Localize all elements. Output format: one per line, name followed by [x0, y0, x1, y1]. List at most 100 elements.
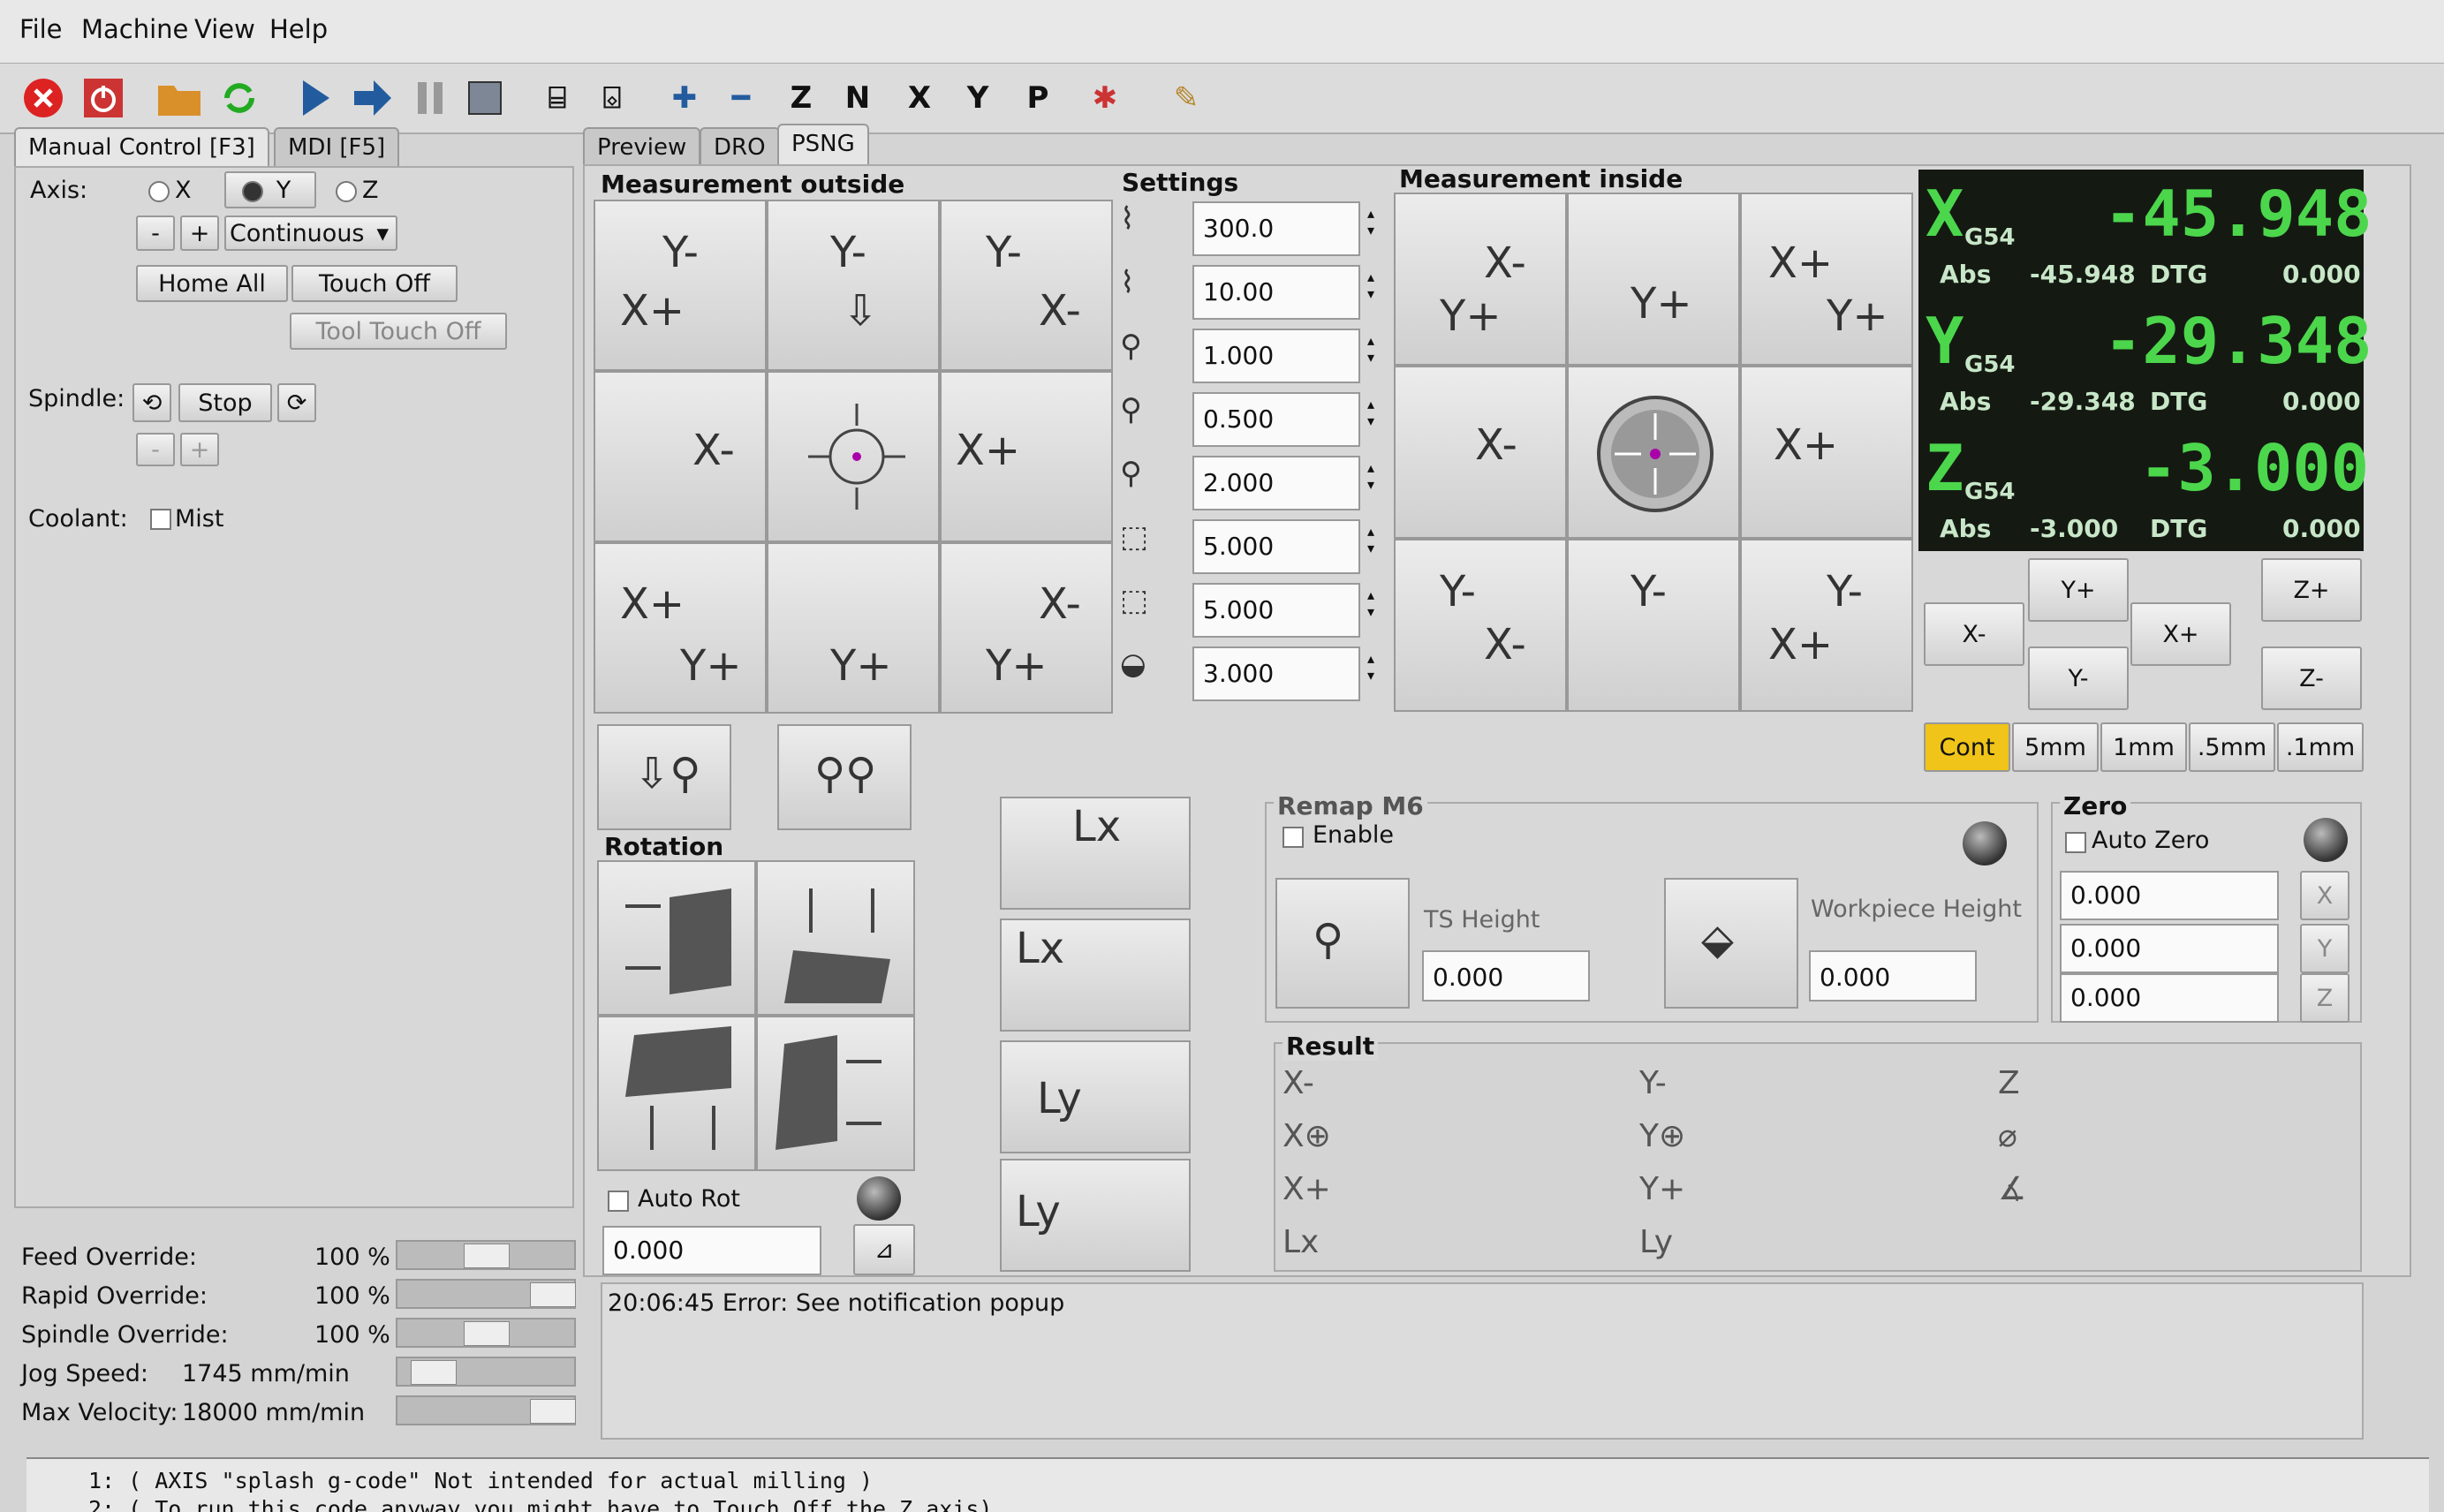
run-icon[interactable] — [288, 71, 343, 125]
setting-fast-feed-input[interactable]: 300.0 — [1192, 201, 1360, 256]
tool-touch-off-button[interactable]: Tool Touch Off — [290, 313, 507, 350]
remap-enable-checkbox[interactable] — [1283, 827, 1304, 848]
zero-z-icon[interactable]: Z — [2300, 973, 2349, 1023]
mist-checkbox[interactable] — [150, 509, 171, 530]
zero-y-input[interactable]: 0.000 — [2060, 924, 2279, 973]
setting-probe-diameter-input[interactable]: 1.000 — [1192, 329, 1360, 383]
spindle-stop-button[interactable]: Stop — [178, 383, 272, 422]
axis-x-radio[interactable] — [148, 181, 170, 202]
jog-speed-slider[interactable] — [396, 1357, 576, 1387]
jog-x-plus-button[interactable]: X+ — [2130, 602, 2231, 666]
touch-off-button[interactable]: Touch Off — [291, 265, 458, 302]
rotation-left-edge-button[interactable] — [597, 860, 756, 1016]
feed-override-slider[interactable] — [396, 1240, 576, 1270]
outside-corner-bottom-right-button[interactable]: X- Y+ — [940, 542, 1113, 714]
measure-ly-outside-button[interactable]: Ly — [1000, 1040, 1191, 1153]
increment-cont-button[interactable]: Cont — [1924, 722, 2010, 772]
rotation-top-edge-button[interactable] — [756, 860, 915, 1016]
power-icon[interactable] — [76, 71, 131, 125]
zero-x-icon[interactable]: X — [2300, 871, 2349, 920]
rotation-right-edge-button[interactable] — [756, 1016, 915, 1171]
spindle-faster-button[interactable]: + — [180, 433, 219, 466]
jog-y-plus-button[interactable]: Y+ — [2028, 558, 2129, 622]
stop-icon[interactable] — [458, 71, 512, 125]
reload-icon[interactable] — [212, 71, 267, 125]
increment-1mm-button[interactable]: 1mm — [2100, 722, 2187, 772]
spindle-override-slider[interactable] — [396, 1318, 576, 1348]
inside-corner-top-left-button[interactable]: X- Y+ — [1394, 193, 1567, 366]
axis-y-radio[interactable]: Y — [224, 171, 316, 208]
spindle-cw-icon[interactable]: ⟳ — [277, 383, 316, 422]
outside-corner-top-right-button[interactable]: Y- X- — [940, 200, 1113, 371]
inside-edge-bottom-button[interactable]: Y- — [1567, 539, 1740, 712]
jog-z-plus-button[interactable]: Z+ — [2261, 558, 2362, 622]
view-z-icon[interactable]: Z — [774, 71, 829, 125]
workpiece-height-input[interactable]: 0.000 — [1809, 950, 1977, 1002]
jog-minus-button[interactable]: - — [136, 215, 175, 251]
jog-mode-select[interactable]: Continuous ▾ — [224, 215, 397, 251]
gcode-line[interactable]: 2: ( To run this code anyway you might h… — [88, 1496, 993, 1512]
zero-y-icon[interactable]: Y — [2300, 924, 2349, 973]
inside-center-button[interactable] — [1567, 366, 1740, 539]
view-z2-icon[interactable]: N — [830, 71, 885, 125]
feed-override-knob[interactable] — [464, 1244, 510, 1268]
measure-lx-outside-button[interactable]: Lx — [1000, 797, 1191, 910]
gcode-line[interactable]: 1: ( AXIS "splash g-code" Not intended f… — [88, 1468, 873, 1493]
zero-x-input[interactable]: 0.000 — [2060, 871, 2279, 920]
tab-preview[interactable]: Preview — [583, 127, 701, 168]
view-p-icon[interactable]: P — [1010, 71, 1065, 125]
probe-tool-length-button[interactable]: ⇩⚲ — [597, 724, 731, 830]
optional-stop-icon[interactable]: ⌺ — [585, 71, 639, 125]
zoom-out-icon[interactable]: ━ — [714, 71, 768, 125]
block-delete-icon[interactable]: ⌸ — [530, 71, 585, 125]
tool-setter-icon[interactable]: ⚲ — [1275, 878, 1410, 1009]
menu-file[interactable]: File — [19, 14, 63, 44]
axis-z-radio[interactable] — [336, 181, 357, 202]
spindle-ccw-icon[interactable]: ⟲ — [132, 383, 171, 422]
spindle-override-knob[interactable] — [464, 1321, 510, 1346]
measure-ly-inside-button[interactable]: Ly — [1000, 1159, 1191, 1272]
max-velocity-slider[interactable] — [396, 1395, 576, 1425]
outside-edge-right-button[interactable]: X+ — [940, 371, 1113, 542]
setting-latch-return-input[interactable]: 0.500 — [1192, 392, 1360, 447]
increment-01mm-button[interactable]: .1mm — [2277, 722, 2364, 772]
outside-edge-top-button[interactable]: Y- ⇩ — [767, 200, 940, 371]
rotation-angle-icon[interactable]: ⊿ — [853, 1224, 915, 1275]
setting-slow-feed-input[interactable]: 10.00 — [1192, 265, 1360, 320]
setting-z-clearance-input[interactable]: 3.000 — [1192, 646, 1360, 701]
gcode-view[interactable]: 1: ( AXIS "splash g-code" Not intended f… — [26, 1457, 2429, 1512]
pause-icon[interactable] — [403, 71, 458, 125]
clear-plot-icon[interactable]: ✎ — [1159, 71, 1214, 125]
outside-edge-bottom-button[interactable]: Y+ — [767, 542, 940, 714]
spindle-slower-button[interactable]: - — [136, 433, 175, 466]
outside-corner-bottom-left-button[interactable]: X+ Y+ — [594, 542, 767, 714]
tab-dro[interactable]: DRO — [700, 127, 780, 168]
tab-psng[interactable]: PSNG — [777, 124, 869, 168]
view-x-icon[interactable]: X — [892, 71, 947, 125]
outside-center-button[interactable] — [767, 371, 940, 542]
inside-edge-top-button[interactable]: Y+ — [1567, 193, 1740, 366]
auto-rot-checkbox[interactable] — [608, 1191, 629, 1212]
jog-speed-knob[interactable] — [411, 1360, 457, 1385]
setting-xy-clearance-input[interactable]: 5.000 — [1192, 519, 1360, 574]
home-all-button[interactable]: Home All — [136, 265, 288, 302]
setting-edge-length-input[interactable]: 5.000 — [1192, 583, 1360, 638]
menu-view[interactable]: View — [194, 14, 255, 44]
jog-plus-button[interactable]: + — [180, 215, 219, 251]
rotation-angle-input[interactable]: 0.000 — [602, 1226, 821, 1275]
setting-max-travel-input[interactable]: 2.000 — [1192, 456, 1360, 510]
menu-help[interactable]: Help — [269, 14, 328, 44]
view-y-icon[interactable]: Y — [950, 71, 1005, 125]
open-file-icon[interactable] — [152, 71, 207, 125]
increment-05mm-button[interactable]: .5mm — [2189, 722, 2275, 772]
rotate-view-icon[interactable]: ✱ — [1078, 71, 1132, 125]
ts-height-input[interactable]: 0.000 — [1422, 950, 1590, 1002]
step-icon[interactable] — [344, 71, 399, 125]
outside-edge-left-button[interactable]: X- — [594, 371, 767, 542]
increment-5mm-button[interactable]: 5mm — [2012, 722, 2099, 772]
rapid-override-slider[interactable] — [396, 1279, 576, 1309]
zoom-in-icon[interactable]: ✚ — [657, 71, 712, 125]
jog-y-minus-button[interactable]: Y- — [2028, 646, 2129, 710]
rotation-bottom-edge-button[interactable] — [597, 1016, 756, 1171]
measure-lx-inside-button[interactable]: Lx — [1000, 919, 1191, 1032]
